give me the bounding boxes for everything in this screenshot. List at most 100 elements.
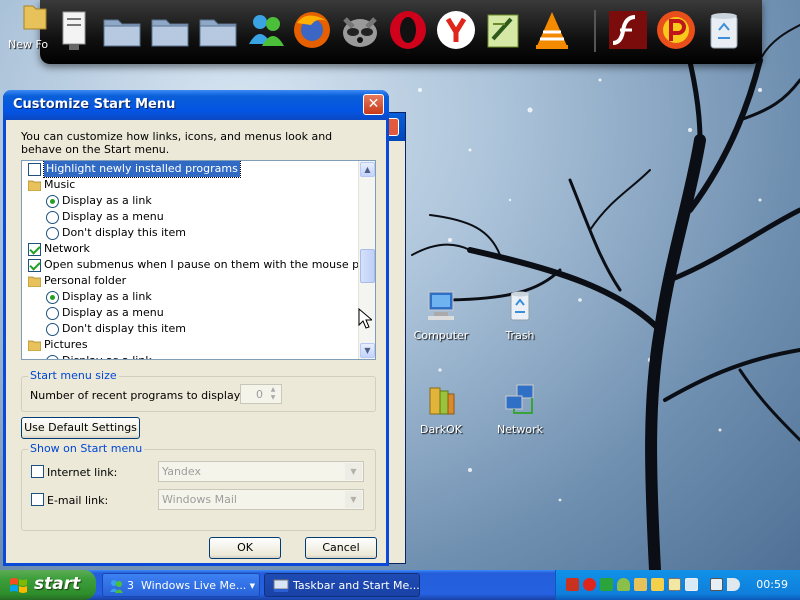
scroll-down-button[interactable]: ▼ xyxy=(360,343,375,358)
task-label: Taskbar and Start Me... xyxy=(293,579,420,592)
group-title: Show on Start menu xyxy=(28,442,145,455)
desktop-icon-label: Computer xyxy=(413,329,469,342)
raccoon-icon[interactable] xyxy=(338,6,382,54)
list-item-label: Display as a menu xyxy=(62,306,164,319)
taskbar: start 3 Windows Live Me... ▼ Taskbar and… xyxy=(0,570,800,600)
list-radio[interactable] xyxy=(46,323,59,336)
desktop-icon-label: DarkOK xyxy=(420,423,462,436)
display-icon[interactable] xyxy=(685,578,698,591)
list-item-label: Display as a link xyxy=(62,194,152,207)
email-link-checkbox[interactable] xyxy=(31,493,44,506)
no-entry-icon[interactable] xyxy=(583,578,596,591)
folder-icon xyxy=(28,276,41,287)
desktop-icon-label: Trash xyxy=(505,329,535,342)
flash-icon[interactable] xyxy=(566,578,579,591)
dialog-titlebar[interactable]: Customize Start Menu ✕ xyxy=(3,90,389,120)
check-shield-icon[interactable] xyxy=(600,578,613,591)
list-item[interactable]: Don't display this item xyxy=(22,321,360,337)
list-checkbox[interactable] xyxy=(28,259,41,272)
desktop-icon-network[interactable]: Network xyxy=(480,382,560,436)
taskbar-button-windows-live[interactable]: 3 Windows Live Me... ▼ xyxy=(102,573,260,597)
list-item[interactable]: Display as a link xyxy=(22,193,360,209)
messenger-icon[interactable] xyxy=(244,6,288,54)
list-radio[interactable] xyxy=(46,211,59,224)
list-item-label: Display as a menu xyxy=(62,210,164,223)
list-item[interactable]: Open submenus when I pause on them with … xyxy=(22,257,375,273)
stepper-down-icon[interactable]: ▼ xyxy=(266,394,280,402)
desktop: New Fo Computer Trash DarkOK Network Cus… xyxy=(0,0,800,570)
recycle-bin-icon[interactable] xyxy=(702,6,746,54)
scroll-up-button[interactable]: ▲ xyxy=(360,162,375,177)
internet-link-select[interactable]: Yandex ▼ xyxy=(158,461,364,482)
dialog-description: You can customize how links, icons, and … xyxy=(21,130,333,156)
email-link-select[interactable]: Windows Mail ▼ xyxy=(158,489,364,510)
desktop-icon-darkok[interactable]: DarkOK xyxy=(401,382,481,436)
user-icon[interactable] xyxy=(617,578,630,591)
list-item[interactable]: Personal folder xyxy=(22,273,360,289)
list-item-label: Don't display this item xyxy=(62,226,186,239)
list-item[interactable]: Display as a menu xyxy=(22,209,360,225)
taskbar-button-taskbar-start-menu[interactable]: Taskbar and Start Me... xyxy=(264,573,420,597)
folder-icon[interactable] xyxy=(100,6,144,54)
list-item[interactable]: Display as a link xyxy=(22,353,360,359)
security-icon[interactable] xyxy=(651,578,664,591)
list-item[interactable]: Highlight newly installed programs xyxy=(22,161,360,178)
recent-programs-stepper[interactable]: 0 ▲ ▼ xyxy=(240,384,282,404)
list-radio[interactable] xyxy=(46,195,59,208)
folder-icon[interactable] xyxy=(148,6,192,54)
folder-icon[interactable] xyxy=(196,6,240,54)
use-default-settings-button[interactable]: Use Default Settings xyxy=(21,417,140,439)
internet-link-checkbox[interactable] xyxy=(31,465,44,478)
scroll-thumb[interactable] xyxy=(360,249,375,283)
opera-icon[interactable] xyxy=(386,6,430,54)
chevron-down-icon[interactable]: ▼ xyxy=(345,463,362,480)
pdf-icon[interactable] xyxy=(654,6,698,54)
dialog-title: Customize Start Menu xyxy=(13,97,176,112)
computer-icon xyxy=(428,291,454,320)
notification-icon[interactable] xyxy=(634,578,647,591)
folder-books-icon xyxy=(429,387,455,415)
flash-icon[interactable] xyxy=(606,6,650,54)
list-checkbox[interactable] xyxy=(28,243,41,256)
firefox-icon[interactable] xyxy=(290,6,334,54)
list-item[interactable]: Pictures xyxy=(22,337,360,353)
stepper-up-icon[interactable]: ▲ xyxy=(266,386,280,394)
internet-link-label: Internet link: xyxy=(47,466,118,479)
ok-button[interactable]: OK xyxy=(209,537,281,559)
volume-icon[interactable] xyxy=(727,578,740,591)
desktop-icon-computer[interactable]: Computer xyxy=(401,288,481,342)
doc-viewer-icon[interactable] xyxy=(52,6,96,54)
list-item-label: Open submenus when I pause on them with … xyxy=(44,258,376,271)
list-item[interactable]: Music xyxy=(22,177,360,193)
list-radio[interactable] xyxy=(46,291,59,304)
notepad-icon[interactable] xyxy=(482,6,526,54)
list-item[interactable]: Network xyxy=(22,241,360,257)
list-item-label: Display as a link xyxy=(62,353,152,359)
keyboard-icon[interactable] xyxy=(668,578,681,591)
task-count: 3 xyxy=(127,579,134,592)
start-menu-items-list[interactable]: Highlight newly installed programs Music D… xyxy=(21,160,376,360)
select-value: Windows Mail xyxy=(162,493,237,506)
application-dock xyxy=(40,0,762,64)
list-item-label: Personal folder xyxy=(44,274,127,287)
list-radio[interactable] xyxy=(46,355,59,359)
windows-logo-icon xyxy=(10,578,27,593)
list-item[interactable]: Display as a link xyxy=(22,289,360,305)
folder-icon xyxy=(28,180,41,191)
cancel-button[interactable]: Cancel xyxy=(305,537,377,559)
vlc-icon[interactable] xyxy=(530,6,574,54)
list-item-label: Pictures xyxy=(44,338,88,351)
start-menu-size-group: Start menu size Number of recent program… xyxy=(21,369,376,412)
list-item[interactable]: Don't display this item xyxy=(22,225,360,241)
list-item[interactable]: Display as a menu xyxy=(22,305,360,321)
list-radio[interactable] xyxy=(46,307,59,320)
network-icon[interactable] xyxy=(710,578,723,591)
chevron-down-icon[interactable]: ▼ xyxy=(345,491,362,508)
desktop-icon-trash[interactable]: Trash xyxy=(480,288,560,342)
yandex-icon[interactable] xyxy=(434,6,478,54)
list-radio[interactable] xyxy=(46,227,59,240)
list-checkbox[interactable] xyxy=(28,163,41,176)
start-button[interactable]: start xyxy=(0,570,96,600)
close-button[interactable]: ✕ xyxy=(363,94,384,115)
folder-icon[interactable] xyxy=(22,0,48,34)
